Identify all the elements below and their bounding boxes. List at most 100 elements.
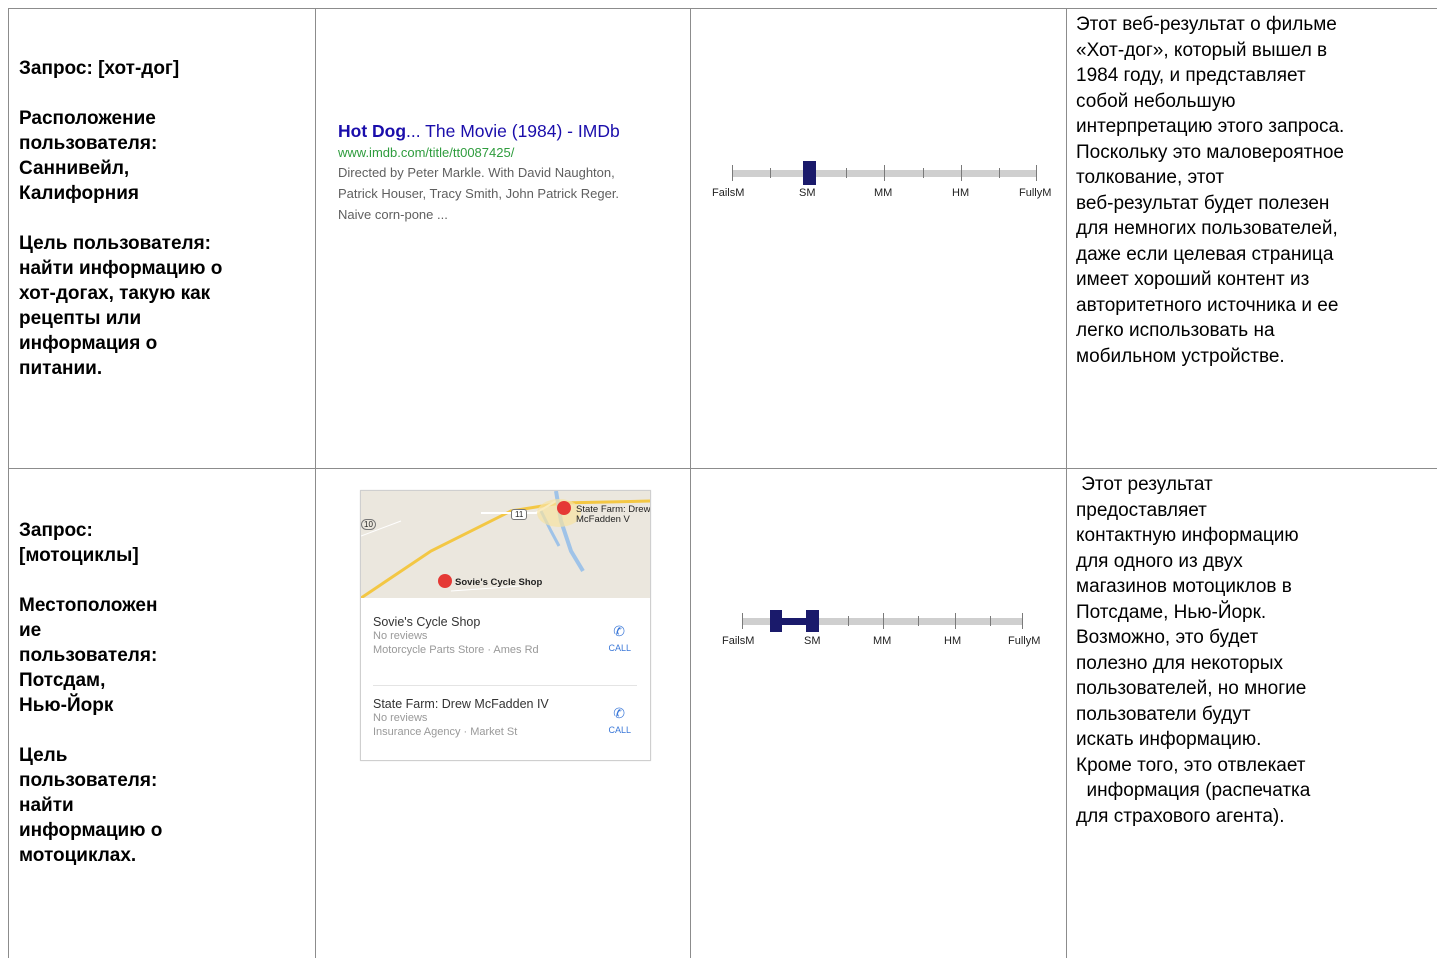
query-line: мотоциклах. — [19, 845, 137, 866]
listing-reviews: No reviews — [373, 630, 428, 642]
query-line: [мотоциклы] — [19, 545, 139, 566]
explanation-cell: Этот веб-результат о фильме «Хот-дог», ко… — [1076, 12, 1434, 369]
rating-label-failsm: FailsM — [712, 187, 745, 199]
explanation-cell: Этот результат предоставляет контактную ин… — [1076, 472, 1434, 829]
result-title-rest: ... The Movie (1984) - IMDb — [406, 121, 620, 141]
explanation-line: имеет хороший контент из — [1076, 269, 1310, 290]
explanation-line: мобильном устройстве. — [1076, 345, 1285, 367]
rating-label-sm: SM — [804, 635, 821, 647]
rating-tick — [918, 616, 919, 626]
query-line: рецепты или — [19, 308, 142, 329]
map-area[interactable]: 10 11 State Farm: Drew McFadden V Sovie'… — [361, 491, 650, 600]
explanation-line: пользователей, но многие — [1076, 678, 1307, 699]
query-line: информацию о — [19, 820, 163, 841]
rating-tick — [883, 613, 884, 629]
rating-marker — [803, 161, 816, 185]
listing-category: Motorcycle Parts Store · Ames Rd — [373, 644, 539, 656]
road-label: 10 — [361, 519, 376, 530]
rating-tick — [990, 616, 991, 626]
road-shield: 11 — [511, 509, 528, 520]
explanation-line: искать информацию. — [1076, 729, 1262, 750]
explanation-line: контактную информацию — [1076, 525, 1299, 546]
column-divider-3 — [1066, 8, 1067, 958]
query-line: найти — [19, 795, 74, 816]
rating-scale: FailsM SM MM HM FullyM — [715, 603, 1065, 653]
rating-tick — [955, 613, 956, 629]
rating-range-bar — [777, 618, 807, 625]
listing-item[interactable]: Sovie's Cycle Shop No reviews Motorcycle… — [373, 615, 639, 675]
rating-tick — [961, 165, 962, 181]
rating-tick — [732, 165, 733, 181]
explanation-line: даже если целевая страница — [1076, 243, 1334, 265]
explanation-line: Возможно, это будет — [1076, 627, 1259, 648]
explanation-line: пользователи будут — [1076, 703, 1251, 725]
query-line: Запрос: [хот-дог] — [19, 58, 180, 79]
map-pin-icon[interactable] — [438, 574, 452, 588]
explanation-line: полезно для некоторых — [1076, 652, 1283, 674]
query-line: Цель — [19, 745, 68, 766]
rating-tick — [999, 168, 1000, 178]
explanation-line: веб-результат будет полезен — [1076, 192, 1330, 214]
rating-tick — [1022, 613, 1023, 629]
rating-tick — [848, 616, 849, 626]
rating-label-fullym: FullyM — [1019, 187, 1052, 199]
rating-label-failsm: FailsM — [722, 635, 755, 647]
query-line: Потсдам, — [19, 670, 106, 691]
query-line: Запрос: — [19, 520, 93, 541]
table-border-top — [8, 8, 1437, 9]
column-divider-1 — [315, 8, 316, 958]
query-line: пользователя: — [19, 133, 158, 154]
explanation-line: интерпретацию этого запроса. — [1076, 116, 1345, 137]
listing-category: Insurance Agency · Market St — [373, 726, 518, 738]
explanation-line: легко использовать на — [1076, 320, 1275, 341]
phone-icon[interactable]: ✆ — [613, 705, 625, 722]
rating-tick — [846, 168, 847, 178]
local-results-card: 10 11 State Farm: Drew McFadden V Sovie'… — [360, 490, 651, 761]
listing-item[interactable]: State Farm: Drew McFadden IV No reviews … — [373, 697, 639, 757]
rating-tick — [884, 165, 885, 181]
explanation-line: 1984 году, и представляет — [1076, 65, 1306, 86]
query-line: хот-догах, такую как — [19, 283, 211, 304]
result-url[interactable]: www.imdb.com/title/tt0087425/ — [338, 145, 678, 160]
map-pin-label: Sovie's Cycle Shop — [455, 577, 543, 588]
result-title-bold: Hot Dog — [338, 121, 407, 141]
query-line: найти информацию о — [19, 258, 223, 279]
rating-label-hm: HM — [944, 635, 962, 647]
listing-reviews: No reviews — [373, 712, 428, 724]
explanation-line: толкование, этот — [1076, 167, 1225, 188]
call-button[interactable]: CALL — [608, 643, 631, 653]
rating-scale: FailsM SM MM HM FullyM — [705, 155, 1065, 205]
map-pin-icon[interactable] — [557, 501, 571, 515]
rating-tick — [1036, 165, 1037, 181]
call-button[interactable]: CALL — [608, 725, 631, 735]
query-line: Цель пользователя: — [19, 233, 211, 254]
explanation-line: собой небольшую — [1076, 90, 1236, 112]
rating-tick — [770, 168, 771, 178]
query-line: Расположение — [19, 108, 156, 129]
explanation-line: Кроме того, это отвлекает — [1076, 754, 1306, 776]
listing-name: State Farm: Drew McFadden IV — [373, 697, 549, 711]
result-title[interactable]: Hot Dog... The Movie (1984) - IMDb — [338, 121, 678, 142]
query-line: Нью-Йорк — [19, 695, 114, 716]
phone-icon[interactable]: ✆ — [613, 623, 625, 640]
listing-name: Sovie's Cycle Shop — [373, 615, 481, 629]
explanation-line: Этот веб-результат о фильме — [1076, 14, 1337, 35]
query-line: информация о — [19, 333, 158, 354]
search-result-snippet: Hot Dog... The Movie (1984) - IMDb www.i… — [338, 121, 678, 225]
explanation-line: Потсдаме, Нью-Йорк. — [1076, 601, 1267, 623]
explanation-line: «Хот-дог», который вышел в — [1076, 39, 1328, 61]
explanation-line: информация (распечатка — [1076, 780, 1311, 801]
query-line: Местоположен — [19, 595, 158, 616]
explanation-line: Этот результат — [1076, 474, 1213, 495]
query-line: пользователя: — [19, 770, 158, 791]
rating-label-fullym: FullyM — [1008, 635, 1041, 647]
column-divider-2 — [690, 8, 691, 958]
map-pin-label: McFadden V — [576, 514, 630, 525]
explanation-line: магазинов мотоциклов в — [1076, 576, 1292, 597]
query-cell: Запрос: [хот-дог] Расположение пользовател… — [19, 56, 309, 381]
rating-label-hm: HM — [952, 187, 970, 199]
